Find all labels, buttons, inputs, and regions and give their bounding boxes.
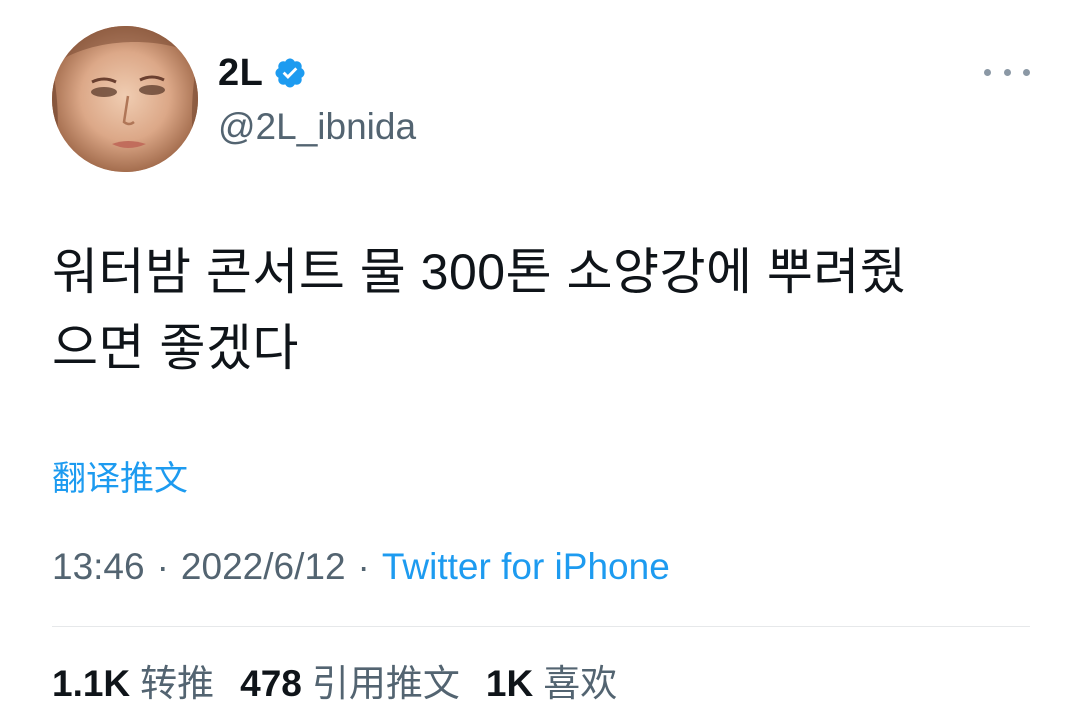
tweet-date[interactable]: 2022/6/12 (181, 546, 346, 587)
display-name[interactable]: 2L (218, 50, 263, 96)
more-dot (1003, 68, 1011, 76)
verified-badge-icon (273, 56, 307, 90)
retweets-label: 转推 (140, 663, 215, 704)
likes-count: 1K (485, 663, 534, 704)
quote-tweets-count: 478 (240, 663, 302, 704)
tweet-detail: 2L @2L_ibnida 워터밤 콘서트 물 300톤 소양강에 뿌려줬 으면… (0, 0, 1080, 726)
author-name-row[interactable]: 2L (218, 50, 307, 96)
more-dot (1023, 68, 1030, 76)
tweet-text: 워터밤 콘서트 물 300톤 소양강에 뿌려줬 으면 좋겠다 (52, 244, 907, 376)
author-handle[interactable]: @2L_ibnida (218, 104, 416, 150)
quote-tweets-stat[interactable]: 478 引用推文 (240, 658, 460, 710)
likes-label: 喜欢 (543, 663, 618, 704)
meta-separator: · (357, 546, 370, 587)
tweet-meta: 13:46 · 2022/6/12 · Twitter for iPhone (52, 542, 670, 592)
engagement-stats: 1.1K 转推 478 引用推文 1K 喜欢 (52, 658, 643, 710)
meta-separator: · (156, 546, 169, 587)
quote-tweets-label: 引用推文 (311, 663, 460, 704)
retweets-stat[interactable]: 1.1K 转推 (52, 658, 214, 710)
more-options-icon[interactable] (984, 58, 1030, 86)
likes-stat[interactable]: 1K 喜欢 (486, 658, 617, 710)
retweets-count: 1.1K (52, 663, 131, 704)
avatar-image (52, 26, 198, 172)
divider (52, 626, 1030, 627)
tweet-time[interactable]: 13:46 (52, 546, 145, 587)
translate-tweet-link[interactable]: 翻译推文 (52, 456, 188, 502)
more-dot (984, 68, 991, 76)
tweet-source-link[interactable]: Twitter for iPhone (382, 546, 670, 587)
avatar[interactable] (52, 26, 198, 172)
